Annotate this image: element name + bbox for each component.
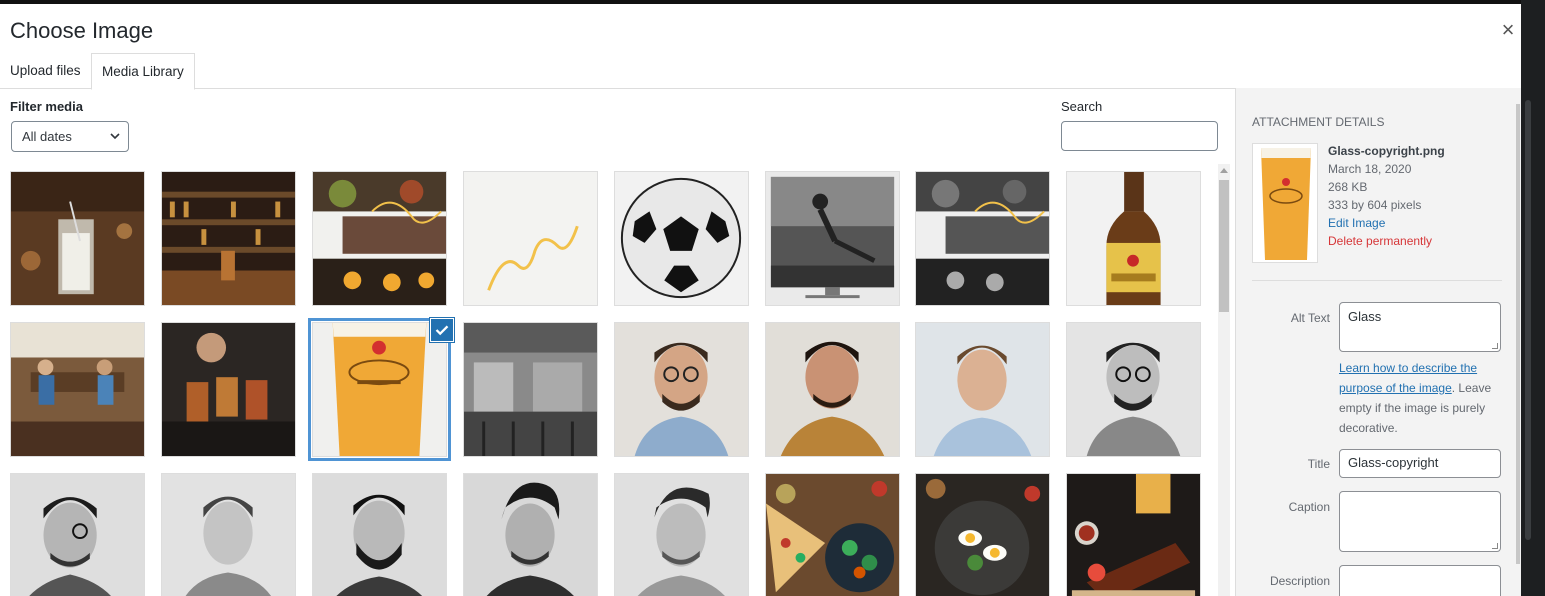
date-filter-select[interactable]: All dates: [11, 121, 129, 152]
attachment-details-heading: Attachment Details: [1252, 115, 1385, 129]
alt-text-field[interactable]: Glass: [1339, 302, 1501, 352]
description-label: Description: [1269, 574, 1330, 588]
media-item[interactable]: [161, 473, 296, 596]
thumb-bar-people: [11, 323, 144, 456]
media-item[interactable]: [1066, 171, 1201, 306]
thumb-bar-interior-bw: [464, 323, 597, 456]
media-item[interactable]: [765, 171, 900, 306]
thumb-young-man: [916, 323, 1049, 456]
tab-bar: Upload files Media Library: [0, 53, 1521, 90]
media-item[interactable]: [915, 171, 1050, 306]
media-item[interactable]: [915, 322, 1050, 457]
thumb-man-smiling-bw: [11, 474, 144, 596]
thumb-soccer-ball: [615, 172, 748, 305]
thumb-toasting-drinks: [162, 323, 295, 456]
media-item[interactable]: [10, 473, 145, 596]
media-item[interactable]: [614, 322, 749, 457]
media-item-selected[interactable]: [308, 318, 451, 461]
date-filter-value: All dates: [22, 129, 72, 144]
media-item[interactable]: [1066, 473, 1201, 596]
caption-label: Caption: [1288, 500, 1330, 514]
media-item[interactable]: [161, 322, 296, 457]
dialog-title: Choose Image: [10, 18, 154, 43]
alt-text-help: Learn how to describe the purpose of the…: [1339, 358, 1504, 438]
grid-scrollbar[interactable]: [1218, 164, 1230, 596]
title-value: Glass-copyright: [1348, 455, 1439, 470]
tab-upload-files[interactable]: Upload files: [0, 53, 91, 89]
scroll-up-icon[interactable]: [1220, 168, 1228, 173]
media-item[interactable]: [463, 322, 598, 457]
thumb-curly-man-bw: [464, 474, 597, 596]
alt-text-label: Alt Text: [1290, 311, 1330, 325]
resize-handle-icon[interactable]: [1492, 343, 1498, 349]
selected-check-icon[interactable]: [430, 318, 454, 342]
delete-permanently-link[interactable]: Delete permanently: [1328, 232, 1445, 250]
alt-text-value: Glass: [1348, 309, 1382, 324]
media-item[interactable]: [765, 322, 900, 457]
thumb-ribs-fries: [1067, 474, 1200, 596]
sidebar-scrollbar[interactable]: [1516, 104, 1520, 564]
thumb-sporty: [464, 172, 597, 305]
page-scrollbar-thumb[interactable]: [1525, 100, 1531, 540]
thumb-football-tv: [766, 172, 899, 305]
page-scrollbar-area: [1521, 0, 1545, 596]
search-label: Search: [1061, 99, 1103, 114]
media-item[interactable]: [915, 473, 1050, 596]
thumb-man-smiling: [766, 323, 899, 456]
thumb-cocktail-glass: [11, 172, 144, 305]
attachment-dimensions: 333 by 604 pixels: [1328, 198, 1422, 212]
description-field[interactable]: [1339, 565, 1501, 596]
media-item[interactable]: [463, 473, 598, 596]
grid-scrollbar-thumb[interactable]: [1219, 180, 1229, 312]
media-item[interactable]: [1066, 322, 1201, 457]
thumb-man-styled-hair-bw: [615, 474, 748, 596]
attachment-filename: Glass-copyright.png: [1328, 144, 1445, 158]
resize-handle-icon[interactable]: [1492, 543, 1498, 549]
choose-image-modal: Choose Image × Upload files Media Librar…: [0, 4, 1521, 596]
details-divider: [1252, 280, 1502, 281]
thumb-bar-shelves: [162, 172, 295, 305]
title-field[interactable]: Glass-copyright: [1339, 449, 1501, 478]
attachment-info: Glass-copyright.png March 18, 2020 268 K…: [1328, 142, 1445, 250]
thumb-glass-copyright: [313, 323, 446, 456]
edit-image-link[interactable]: Edit Image: [1328, 214, 1445, 232]
thumb-young-man-bw: [162, 474, 295, 596]
thumb-pizza-salad: [766, 474, 899, 596]
media-item[interactable]: [463, 171, 598, 306]
attachment-details-sidebar: Attachment Details Glass-copyright.png M…: [1235, 88, 1521, 596]
caption-field[interactable]: [1339, 491, 1501, 552]
thumb-bearded-man-bw: [313, 474, 446, 596]
media-item[interactable]: [161, 171, 296, 306]
filter-media-label: Filter media: [10, 99, 83, 114]
thumb-beer-bottle: [1067, 172, 1200, 305]
media-item[interactable]: [312, 171, 447, 306]
chevron-down-icon: [110, 133, 120, 140]
tab-media-library[interactable]: Media Library: [91, 53, 195, 90]
attachment-preview-image: [1253, 144, 1317, 262]
thumb-man-glasses: [615, 323, 748, 456]
thumb-food-collage: [313, 172, 446, 305]
media-item[interactable]: [10, 322, 145, 457]
media-item[interactable]: [10, 171, 145, 306]
search-input[interactable]: [1061, 121, 1218, 151]
media-item[interactable]: [765, 473, 900, 596]
thumb-man-glasses-bw: [1067, 323, 1200, 456]
media-item[interactable]: [312, 473, 447, 596]
thumb-food-collage-bw: [916, 172, 1049, 305]
thumb-egg-salad: [916, 474, 1049, 596]
title-label: Title: [1307, 457, 1330, 471]
attachment-size: 268 KB: [1328, 180, 1368, 194]
close-icon[interactable]: ×: [1498, 18, 1518, 42]
attachment-preview: [1252, 143, 1318, 263]
attachment-date: March 18, 2020: [1328, 162, 1412, 176]
media-grid: [10, 171, 1210, 596]
media-item[interactable]: [614, 171, 749, 306]
media-item[interactable]: [614, 473, 749, 596]
